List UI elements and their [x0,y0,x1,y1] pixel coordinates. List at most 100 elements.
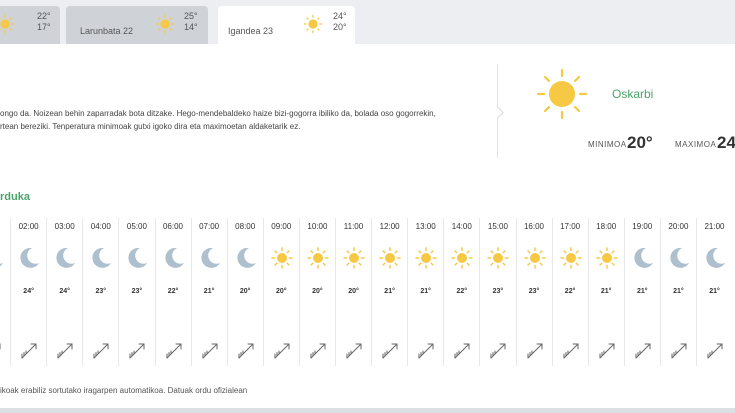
sun-icon [536,68,588,120]
hour-temp: 21° [384,288,395,295]
tab-label: Larunbata 22 [80,26,134,36]
hour-column: 19:00 21° [623,218,660,366]
hour-time: 06:00 [162,222,184,231]
sun-icon [303,14,323,34]
forecast-description: ongo da. Noizean behin zaparradak bota d… [0,107,450,133]
tab-day-friday[interactable]: 22° 17° [0,6,60,44]
moon-icon [92,247,112,268]
tab-temps: 22° 17° [37,11,51,33]
hour-column: 14:00 22° [443,218,479,366]
hour-column: 12:00 21° [371,218,407,366]
hour-temp: 22° [167,288,179,295]
moon-icon [0,263,3,267]
moon-icon [56,247,76,268]
hour-column: 11:00 20° [335,218,371,366]
hour-time: 04:00 [90,222,111,231]
hour-time: 14:00 [451,222,472,231]
weather-condition: Oskarbi [612,87,654,101]
tab-max-temp: 22° [37,11,51,21]
tab-min-temp: 14° [184,22,198,32]
wind-arrow-icon [671,343,687,359]
max-temp-label: MAXIMOA [675,140,717,149]
moon-icon [201,247,220,268]
wind-arrow-icon [310,343,326,359]
hour-time: 15:00 [487,222,508,231]
tab-temps: 24° 20° [333,11,347,33]
tab-temps: 25° 14° [184,11,198,33]
sun-icon [523,247,546,269]
wind-arrow-icon [418,343,434,359]
hour-temp: 23° [95,288,107,295]
page-bottom-strip [0,408,735,413]
forecast-line: ongo da. Noizean behin zaparradak bota d… [0,109,436,118]
hour-time: 09:00 [271,222,292,231]
hour-temp: 21° [709,288,720,295]
hour-time: 19:00 [632,222,653,231]
wind-arrow-icon [563,343,579,359]
chevron-right-icon [491,106,504,119]
sun-icon [271,247,293,269]
hour-temp: 21° [420,288,431,295]
wind-arrow-icon [202,343,218,359]
moon-icon [670,247,689,268]
hour-temp: 21° [203,288,215,295]
hour-column: 09:00 20° [262,218,299,366]
tab-label: Igandea 23 [228,26,274,36]
day-tabs: 22° 17° Larunbata 22 25° 14° Igandea 23 … [0,0,735,44]
moon-icon [634,247,653,268]
moon-icon [20,247,40,268]
min-temp-value: 20° [627,133,653,152]
forecast-panel: ongo da. Noizean behin zaparradak bota d… [0,44,735,408]
hour-column: 17:00 22° [551,218,588,366]
hour-time: 05:00 [126,222,147,231]
moon-icon [128,247,148,268]
wind-arrow-icon [382,343,398,359]
hour-column: 08:00 20° [226,218,263,366]
hour-column: 13:00 21° [407,218,443,366]
hour-time: 20:00 [668,222,689,231]
hour-temp: 20° [276,288,287,295]
hour-column: 10:00 20° [298,218,335,366]
sun-icon [307,247,329,269]
sun-icon [343,247,365,269]
sun-icon [595,247,618,269]
hour-column: 05:00 23° [118,218,154,366]
wind-arrow-icon [599,343,615,359]
hour-temp: 23° [492,288,504,295]
moon-icon [237,247,256,268]
hour-time: 17:00 [560,222,581,231]
hour-column: 04:00 23° [82,218,118,366]
tab-max-temp: 24° [333,11,347,21]
sun-icon [415,247,437,269]
wind-arrow-icon [57,343,73,359]
wind-arrow-icon [0,343,1,350]
sun-icon [559,247,582,269]
hour-time: 02:00 [18,222,39,231]
hour-time: 21:00 [704,222,725,231]
tab-min-temp: 20° [333,22,347,32]
hour-time: 13:00 [415,222,436,231]
wind-arrow-icon [166,343,181,359]
tab-min-temp: 17° [37,22,51,32]
sun-icon [379,247,401,269]
hour-column [0,218,10,366]
hour-column: 02:00 24° [10,218,46,366]
hour-time: 07:00 [199,222,220,231]
wind-arrow-icon [454,343,470,359]
hour-time: 10:00 [307,222,328,231]
hour-temp: 20° [348,288,359,295]
max-temp-value: 24 [717,133,735,152]
tab-day-saturday[interactable]: Larunbata 22 25° 14° [66,6,208,44]
hour-time: 11:00 [343,222,364,231]
hour-temp: 21° [673,288,684,295]
tab-day-sunday[interactable]: Igandea 23 24° 20° [218,6,355,44]
hour-column: 21:00 21° [696,218,732,366]
hour-time: 16:00 [523,222,545,231]
moon-icon [706,247,725,268]
wind-arrow-icon [274,343,290,359]
tab-max-temp: 25° [184,11,198,21]
hourly-strip: 02:00 24° 03:00 24° 04:00 23° 05:00 23° 06:00 22°… [0,218,735,368]
hour-time: 03:00 [54,222,75,231]
hour-time: 18:00 [596,222,617,231]
hour-column: 16:00 23° [515,218,552,366]
